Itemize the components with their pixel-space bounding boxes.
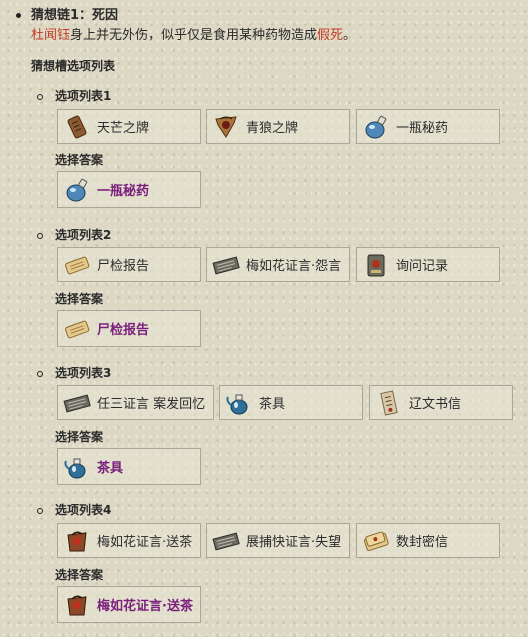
answer-label: 选择答案 — [55, 568, 104, 582]
option-label: 茶具 — [259, 397, 286, 412]
answer-label: 选择答案 — [55, 292, 104, 306]
letter-icon — [375, 389, 403, 417]
answer-value: 茶具 — [97, 461, 124, 476]
option-card[interactable]: 一瓶秘药 — [356, 109, 500, 144]
option-label: 天芒之牌 — [97, 121, 150, 136]
group-title: 选项列表2 — [55, 228, 112, 242]
testimony-bag-icon — [63, 591, 91, 619]
scroll-icon — [63, 251, 91, 279]
answer-card[interactable]: 一瓶秘药 — [57, 171, 201, 208]
option-label: 数封密信 — [396, 535, 449, 550]
answer-card[interactable]: 梅如花证言·送茶 — [57, 586, 201, 623]
option-card[interactable]: 展捕快证言·失望 — [206, 523, 350, 558]
answer-label: 选择答案 — [55, 430, 104, 444]
option-label: 梅如花证言·怨言 — [246, 259, 342, 274]
sealed-letters-icon — [362, 527, 390, 555]
potion-bottle-icon — [63, 176, 91, 204]
option-label: 展捕快证言·失望 — [246, 535, 342, 550]
group-bullet-icon — [37, 371, 43, 377]
option-label: 询问记录 — [396, 259, 449, 274]
clue-title: 猜想链1：死因 — [31, 8, 119, 23]
group-title: 选项列表4 — [55, 503, 112, 517]
clue-highlight: 假死 — [317, 28, 344, 43]
testimony-scroll-icon — [212, 251, 240, 279]
clue-desc-end: 。 — [343, 28, 357, 43]
option-card[interactable]: 青狼之牌 — [206, 109, 350, 144]
option-card[interactable]: 尸检报告 — [57, 247, 201, 282]
testimony-scroll-icon — [63, 389, 91, 417]
group-title: 选项列表3 — [55, 366, 112, 380]
clue-description: 杜闻钰身上并无外伤，似乎仅是食用某种药物造成假死。 — [31, 24, 356, 43]
teapot-icon — [63, 453, 91, 481]
option-card[interactable]: 辽文书信 — [369, 385, 513, 420]
option-label: 一瓶秘药 — [396, 121, 449, 136]
answer-label: 选择答案 — [55, 153, 104, 167]
testimony-scroll-icon — [212, 527, 240, 555]
clue-desc-text: 身上并无外伤，似乎仅是食用某种药物造成 — [70, 28, 318, 43]
group-bullet-icon — [37, 508, 43, 514]
option-card[interactable]: 询问记录 — [356, 247, 500, 282]
testimony-bag-icon — [63, 527, 91, 555]
option-card[interactable]: 任三证言 案发回忆 — [57, 385, 214, 420]
option-card[interactable]: 梅如花证言·怨言 — [206, 247, 350, 282]
option-label: 梅如花证言·送茶 — [97, 535, 193, 550]
list-heading: 猜想槽选项列表 — [31, 59, 116, 73]
clue-name: 杜闻钰 — [31, 28, 71, 43]
scroll-icon — [63, 315, 91, 343]
answer-value: 尸检报告 — [97, 323, 150, 338]
group-bullet-icon — [37, 233, 43, 239]
option-label: 辽文书信 — [409, 397, 462, 412]
answer-value: 一瓶秘药 — [97, 184, 150, 199]
answer-value: 梅如花证言·送茶 — [97, 599, 193, 614]
option-label: 尸检报告 — [97, 259, 150, 274]
wooden-tablet-icon — [63, 113, 91, 141]
option-label: 任三证言 案发回忆 — [97, 397, 206, 412]
wolf-token-icon — [212, 113, 240, 141]
potion-bottle-icon — [362, 113, 390, 141]
group-title: 选项列表1 — [55, 89, 112, 103]
answer-card[interactable]: 茶具 — [57, 448, 201, 485]
option-card[interactable]: 数封密信 — [356, 523, 500, 558]
option-card[interactable]: 梅如花证言·送茶 — [57, 523, 201, 558]
group-bullet-icon — [37, 94, 43, 100]
option-card[interactable]: 天芒之牌 — [57, 109, 201, 144]
answer-card[interactable]: 尸检报告 — [57, 310, 201, 347]
record-tablet-icon — [362, 251, 390, 279]
option-card[interactable]: 茶具 — [219, 385, 363, 420]
teapot-icon — [225, 389, 253, 417]
option-label: 青狼之牌 — [246, 121, 299, 136]
bullet-icon — [16, 13, 21, 18]
